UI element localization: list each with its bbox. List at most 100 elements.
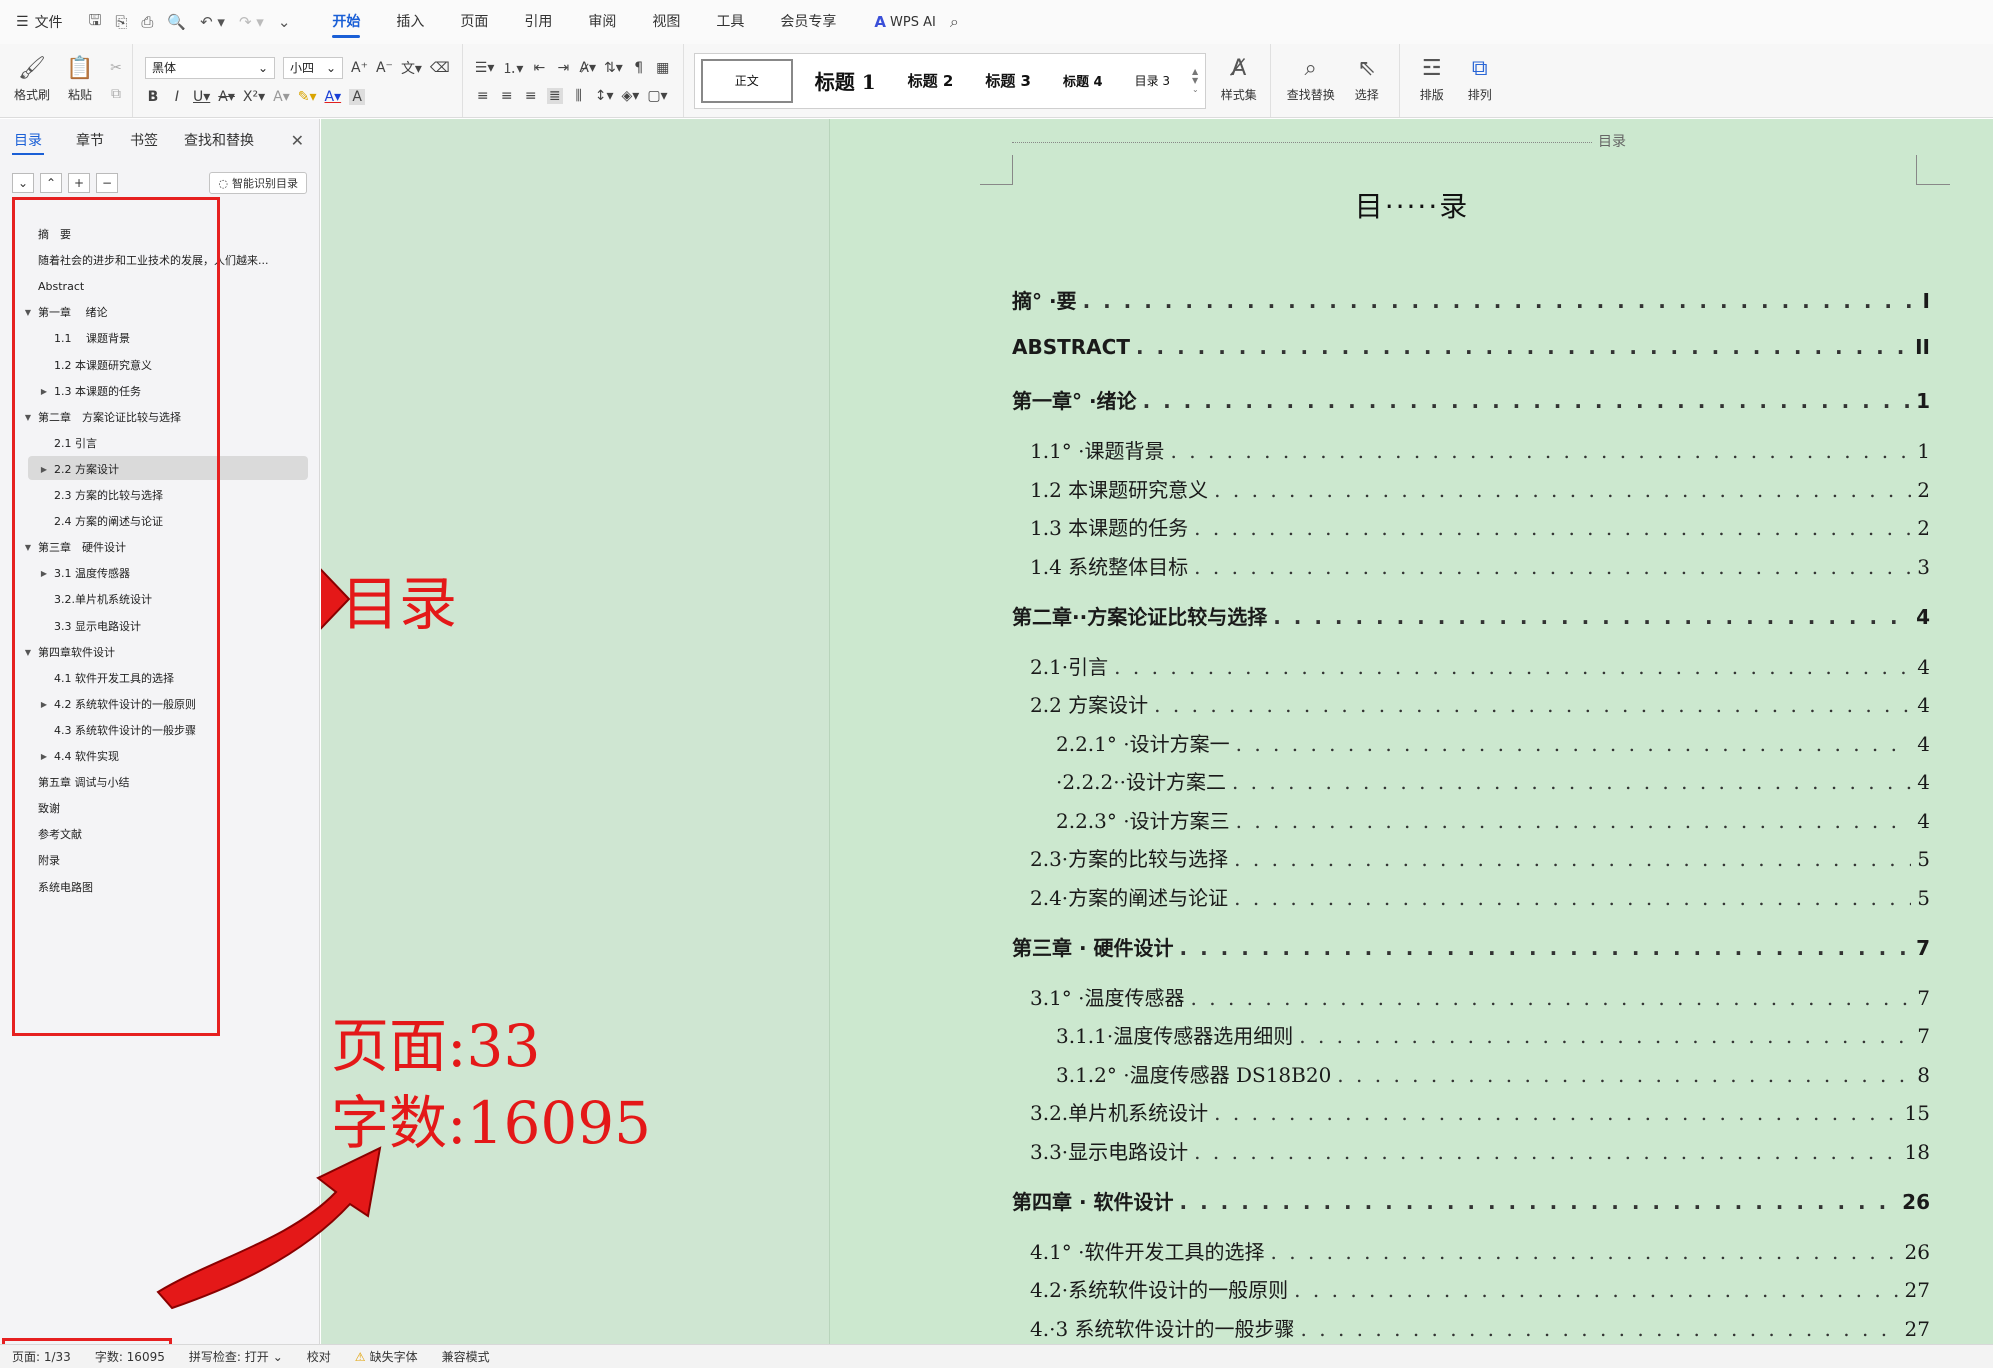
save-icon[interactable]: 🖫 [89, 10, 102, 35]
bold-icon[interactable]: B [145, 89, 161, 105]
tab-page[interactable]: 页面 [442, 0, 506, 44]
toc-entry[interactable]: 1.3 本课题的任务 2 [1030, 512, 1930, 541]
grow-font-icon[interactable]: A⁺ [351, 60, 368, 76]
nav-tab-toc[interactable]: 目录 [12, 119, 44, 163]
style-heading-1[interactable]: 标题 1 [799, 54, 892, 108]
shading-icon[interactable]: ◈▾ [622, 88, 640, 104]
phonetic-guide-icon[interactable]: 文▾ [401, 58, 422, 78]
toc-entry[interactable]: 2.2 方案设计 4 [1030, 689, 1930, 718]
align-right-icon[interactable]: ≡ [523, 88, 539, 104]
highlight-icon[interactable]: ✎▾ [298, 89, 317, 105]
toc-entry[interactable]: 3.1° ·温度传感器 7 [1030, 982, 1930, 1011]
decrease-indent-icon[interactable]: ⇤ [531, 60, 547, 76]
toc-entry[interactable]: 3.3·显示电路设计 18 [1030, 1136, 1930, 1165]
toc-entry[interactable]: 第一章° ·绪论 1 [1012, 385, 1930, 414]
tab-tools[interactable]: 工具 [698, 0, 762, 44]
increase-indent-icon[interactable]: ⇥ [555, 60, 571, 76]
align-center-icon[interactable]: ≡ [499, 88, 515, 104]
toc-entry[interactable]: 3.2.单片机系统设计 15 [1030, 1097, 1930, 1126]
arrange-button[interactable]: ⧉ 排列 [1456, 49, 1504, 113]
char-shading-icon[interactable]: A [349, 88, 366, 105]
tab-insert[interactable]: 插入 [378, 0, 442, 44]
search-icon[interactable]: ⌕ [950, 12, 959, 32]
toc-entry[interactable]: 2.2.3° ·设计方案三 4 [1056, 805, 1930, 834]
undo-icon[interactable]: ↶ ▾ [200, 13, 225, 31]
status-missing-font[interactable]: ⚠ 缺失字体 [343, 1348, 430, 1365]
nav-tab-sections[interactable]: 章节 [74, 119, 106, 163]
print-icon[interactable]: ⎙ [141, 13, 153, 31]
toc-entry[interactable]: 1.2 本课题研究意义 2 [1030, 474, 1930, 503]
find-replace-button[interactable]: ⌕ 查找替换 [1279, 49, 1343, 113]
font-name-select[interactable]: 黑体 ⌄ [145, 56, 275, 79]
font-size-select[interactable]: 小四 ⌄ [283, 56, 343, 79]
style-heading-4[interactable]: 标题 4 [1047, 54, 1119, 108]
text-effect-icon[interactable]: A▾ [273, 89, 290, 105]
font-color-icon[interactable]: A▾ [325, 89, 342, 105]
style-normal[interactable]: 正文 [700, 58, 793, 103]
toc-entry[interactable]: 第二章··方案论证比较与选择 4 [1012, 601, 1930, 630]
shrink-font-icon[interactable]: A⁻ [376, 60, 393, 76]
toc-entry[interactable]: 2.4·方案的阐述与论证 5 [1030, 882, 1930, 911]
move-up-button[interactable]: ⌃ [40, 173, 62, 193]
sort-icon[interactable]: ⇅▾ [604, 60, 623, 76]
nav-tab-find-replace[interactable]: 查找和替换 [182, 119, 256, 163]
toc-entry[interactable]: 4.1° ·软件开发工具的选择 26 [1030, 1236, 1930, 1265]
cut-icon[interactable]: ✂ [108, 60, 124, 76]
style-heading-2[interactable]: 标题 2 [892, 54, 970, 108]
text-direction-icon[interactable]: A̷▾ [579, 60, 596, 76]
toc-entry[interactable]: 第三章 · 硬件设计 7 [1012, 932, 1930, 961]
customize-chevron-icon[interactable]: ⌄ [278, 13, 291, 31]
numbering-icon[interactable]: ⒈▾ [502, 58, 523, 78]
style-heading-3[interactable]: 标题 3 [969, 54, 1047, 108]
style-set-button[interactable]: A̸ 样式集 [1212, 49, 1266, 113]
tab-review[interactable]: 审阅 [570, 0, 634, 44]
tab-view[interactable]: 视图 [634, 0, 698, 44]
tab-member[interactable]: 会员专享 [762, 0, 854, 44]
style-toc-3[interactable]: 目录 3 [1119, 54, 1186, 108]
strikethrough-icon[interactable]: A▾ [218, 89, 235, 105]
status-proofread[interactable]: 校对 [295, 1348, 343, 1365]
style-gallery-scroll[interactable]: ▲ ▼ ⌄ [1186, 67, 1205, 94]
export-icon[interactable]: ⎘ [115, 13, 127, 31]
toc-entry[interactable]: 第四章 · 软件设计 26 [1012, 1186, 1930, 1215]
expand-icon[interactable]: ⌄ [1192, 85, 1199, 94]
status-spell-check[interactable]: 拼写检查: 打开 ⌄ [177, 1348, 295, 1365]
wps-ai-button[interactable]: A WPS AI [874, 13, 935, 31]
justify-icon[interactable]: ≣ [546, 87, 563, 104]
file-menu[interactable]: ☰ 文件 [16, 12, 63, 32]
superscript-icon[interactable]: X²▾ [243, 89, 265, 105]
table-icon[interactable]: ▦ [655, 60, 671, 76]
add-heading-button[interactable]: + [68, 173, 90, 193]
distributed-icon[interactable]: ⫼ [571, 88, 587, 104]
copy-icon[interactable]: ⧉ [108, 86, 124, 102]
layout-button[interactable]: ☲ 排版 [1408, 49, 1456, 113]
border-icon[interactable]: ▢▾ [647, 88, 667, 104]
tab-references[interactable]: 引用 [506, 0, 570, 44]
toc-entry[interactable]: 2.2.1° ·设计方案一 4 [1056, 728, 1930, 757]
line-spacing-icon[interactable]: ↕▾ [595, 88, 614, 104]
paste-button[interactable]: 📋 粘贴 [56, 49, 104, 113]
chevron-up-icon[interactable]: ▲ [1192, 67, 1199, 76]
redo-icon[interactable]: ↷ ▾ [239, 13, 264, 31]
bullets-icon[interactable]: ☰▾ [475, 60, 495, 76]
toc-entry[interactable]: 4.·3 系统软件设计的一般步骤 27 [1030, 1313, 1930, 1342]
nav-tab-bookmarks[interactable]: 书签 [128, 119, 160, 163]
toc-entry[interactable]: 1.1° ·课题背景 1 [1030, 435, 1930, 464]
show-marks-icon[interactable]: ¶ [631, 60, 647, 76]
italic-icon[interactable]: I [169, 89, 185, 105]
toc-entry[interactable]: 2.3·方案的比较与选择 5 [1030, 843, 1930, 872]
tab-home[interactable]: 开始 [314, 0, 378, 44]
clear-format-icon[interactable]: ⌫ [430, 60, 450, 76]
toc-entry[interactable]: 摘° ·要 I [1012, 285, 1930, 314]
chevron-down-icon[interactable]: ▼ [1192, 76, 1199, 85]
toc-entry[interactable]: ·2.2.2··设计方案二 4 [1056, 766, 1930, 795]
toc-entry[interactable]: 4.2·系统软件设计的一般原则 27 [1030, 1274, 1930, 1303]
format-painter-button[interactable]: 🖌 格式刷 [8, 49, 56, 113]
smart-toc-button[interactable]: ◌ 智能识别目录 [209, 172, 307, 194]
select-button[interactable]: ⇖ 选择 [1343, 49, 1391, 113]
print-preview-icon[interactable]: 🔍 [167, 13, 186, 31]
underline-icon[interactable]: U▾ [193, 89, 210, 105]
remove-heading-button[interactable]: − [96, 173, 118, 193]
status-word-count[interactable]: 字数: 16095 [83, 1348, 177, 1365]
close-icon[interactable]: ✕ [291, 131, 304, 150]
